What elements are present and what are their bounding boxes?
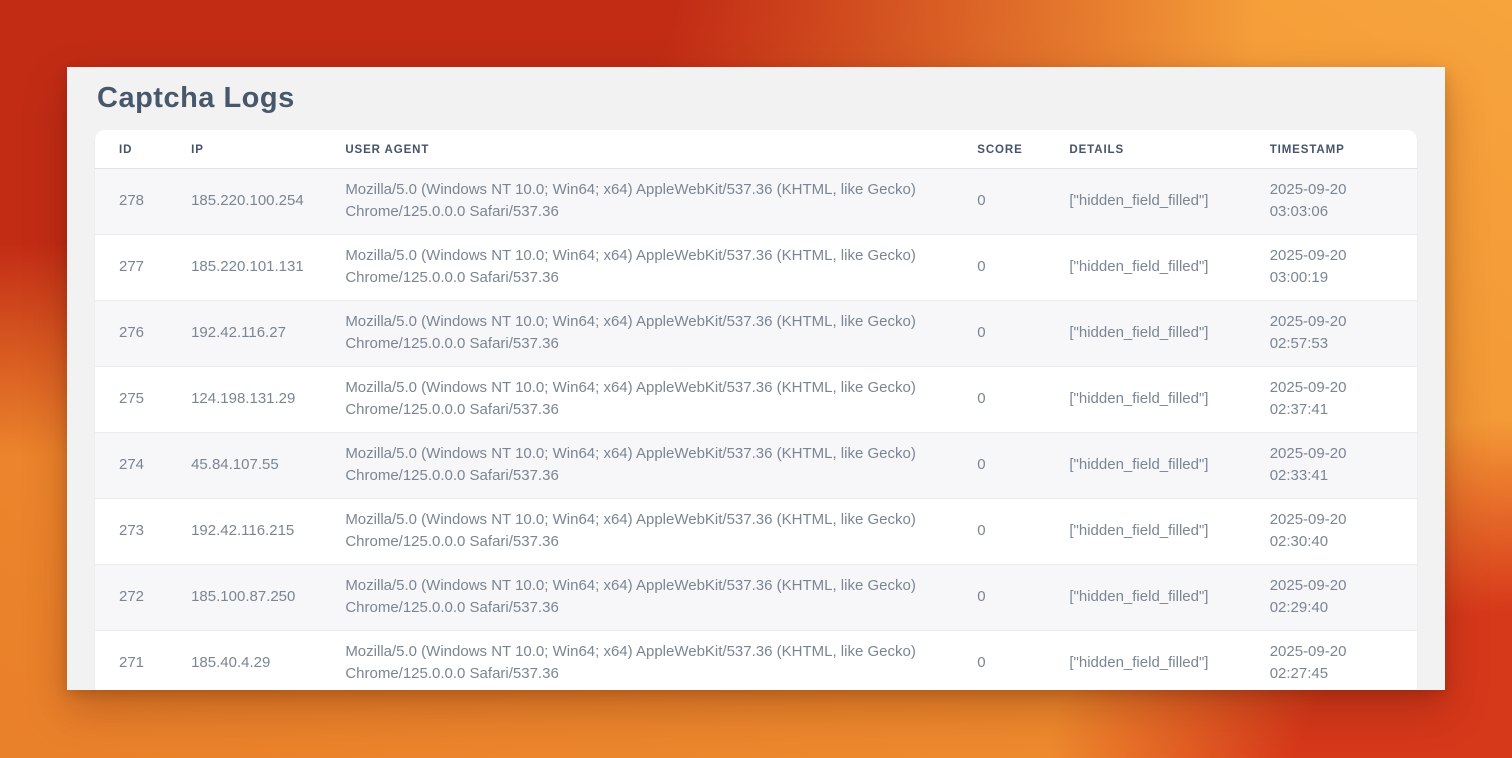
cell-user-agent: Mozilla/5.0 (Windows NT 10.0; Win64; x64… xyxy=(321,631,953,691)
cell-details: ["hidden_field_filled"] xyxy=(1045,169,1245,235)
cell-timestamp: 2025-09-20 02:33:41 xyxy=(1246,433,1417,499)
table-row: 277 185.220.101.131 Mozilla/5.0 (Windows… xyxy=(95,235,1417,301)
cell-user-agent: Mozilla/5.0 (Windows NT 10.0; Win64; x64… xyxy=(321,499,953,565)
cell-user-agent: Mozilla/5.0 (Windows NT 10.0; Win64; x64… xyxy=(321,301,953,367)
timestamp-date: 2025-09-20 xyxy=(1270,641,1403,663)
column-header-score: SCORE xyxy=(953,130,1045,169)
table-row: 274 45.84.107.55 Mozilla/5.0 (Windows NT… xyxy=(95,433,1417,499)
page-background: Captcha Logs ID IP USER AGENT SCORE DETA… xyxy=(0,0,1512,758)
cell-timestamp: 2025-09-20 02:27:45 xyxy=(1246,631,1417,691)
cell-id: 272 xyxy=(95,565,167,631)
cell-details: ["hidden_field_filled"] xyxy=(1045,565,1245,631)
cell-ip: 185.40.4.29 xyxy=(167,631,321,691)
timestamp-time: 02:57:53 xyxy=(1270,333,1403,355)
timestamp-date: 2025-09-20 xyxy=(1270,443,1403,465)
cell-user-agent: Mozilla/5.0 (Windows NT 10.0; Win64; x64… xyxy=(321,367,953,433)
timestamp-time: 02:27:45 xyxy=(1270,663,1403,685)
column-header-timestamp: TIMESTAMP xyxy=(1246,130,1417,169)
cell-score: 0 xyxy=(953,433,1045,499)
table-row: 273 192.42.116.215 Mozilla/5.0 (Windows … xyxy=(95,499,1417,565)
cell-score: 0 xyxy=(953,499,1045,565)
cell-ip: 45.84.107.55 xyxy=(167,433,321,499)
cell-timestamp: 2025-09-20 02:29:40 xyxy=(1246,565,1417,631)
table-body: 278 185.220.100.254 Mozilla/5.0 (Windows… xyxy=(95,169,1417,691)
table-row: 278 185.220.100.254 Mozilla/5.0 (Windows… xyxy=(95,169,1417,235)
cell-user-agent: Mozilla/5.0 (Windows NT 10.0; Win64; x64… xyxy=(321,235,953,301)
timestamp-date: 2025-09-20 xyxy=(1270,245,1403,267)
cell-id: 271 xyxy=(95,631,167,691)
cell-score: 0 xyxy=(953,565,1045,631)
column-header-details: DETAILS xyxy=(1045,130,1245,169)
timestamp-time: 03:00:19 xyxy=(1270,267,1403,289)
cell-score: 0 xyxy=(953,235,1045,301)
cell-details: ["hidden_field_filled"] xyxy=(1045,499,1245,565)
captcha-logs-card: Captcha Logs ID IP USER AGENT SCORE DETA… xyxy=(67,67,1445,690)
cell-details: ["hidden_field_filled"] xyxy=(1045,235,1245,301)
cell-ip: 185.220.101.131 xyxy=(167,235,321,301)
cell-score: 0 xyxy=(953,631,1045,691)
cell-ip: 192.42.116.27 xyxy=(167,301,321,367)
cell-timestamp: 2025-09-20 02:30:40 xyxy=(1246,499,1417,565)
table-row: 272 185.100.87.250 Mozilla/5.0 (Windows … xyxy=(95,565,1417,631)
cell-score: 0 xyxy=(953,367,1045,433)
cell-details: ["hidden_field_filled"] xyxy=(1045,367,1245,433)
timestamp-time: 02:29:40 xyxy=(1270,597,1403,619)
cell-id: 278 xyxy=(95,169,167,235)
cell-ip: 185.220.100.254 xyxy=(167,169,321,235)
column-header-ip: IP xyxy=(167,130,321,169)
column-header-user-agent: USER AGENT xyxy=(321,130,953,169)
column-header-id: ID xyxy=(95,130,167,169)
cell-id: 277 xyxy=(95,235,167,301)
timestamp-date: 2025-09-20 xyxy=(1270,311,1403,333)
cell-id: 275 xyxy=(95,367,167,433)
timestamp-date: 2025-09-20 xyxy=(1270,575,1403,597)
cell-ip: 185.100.87.250 xyxy=(167,565,321,631)
timestamp-time: 02:33:41 xyxy=(1270,465,1403,487)
table-header-row: ID IP USER AGENT SCORE DETAILS TIMESTAMP xyxy=(95,130,1417,169)
cell-user-agent: Mozilla/5.0 (Windows NT 10.0; Win64; x64… xyxy=(321,433,953,499)
cell-ip: 192.42.116.215 xyxy=(167,499,321,565)
cell-id: 276 xyxy=(95,301,167,367)
cell-details: ["hidden_field_filled"] xyxy=(1045,433,1245,499)
logs-table: ID IP USER AGENT SCORE DETAILS TIMESTAMP… xyxy=(95,130,1417,690)
timestamp-time: 02:30:40 xyxy=(1270,531,1403,553)
table-row: 271 185.40.4.29 Mozilla/5.0 (Windows NT … xyxy=(95,631,1417,691)
cell-id: 274 xyxy=(95,433,167,499)
cell-details: ["hidden_field_filled"] xyxy=(1045,301,1245,367)
cell-timestamp: 2025-09-20 03:00:19 xyxy=(1246,235,1417,301)
cell-timestamp: 2025-09-20 02:37:41 xyxy=(1246,367,1417,433)
timestamp-date: 2025-09-20 xyxy=(1270,179,1403,201)
cell-id: 273 xyxy=(95,499,167,565)
cell-timestamp: 2025-09-20 03:03:06 xyxy=(1246,169,1417,235)
cell-score: 0 xyxy=(953,169,1045,235)
timestamp-time: 02:37:41 xyxy=(1270,399,1403,421)
logs-table-container: ID IP USER AGENT SCORE DETAILS TIMESTAMP… xyxy=(95,130,1417,690)
cell-ip: 124.198.131.29 xyxy=(167,367,321,433)
timestamp-date: 2025-09-20 xyxy=(1270,377,1403,399)
table-row: 276 192.42.116.27 Mozilla/5.0 (Windows N… xyxy=(95,301,1417,367)
cell-user-agent: Mozilla/5.0 (Windows NT 10.0; Win64; x64… xyxy=(321,169,953,235)
timestamp-date: 2025-09-20 xyxy=(1270,509,1403,531)
table-row: 275 124.198.131.29 Mozilla/5.0 (Windows … xyxy=(95,367,1417,433)
cell-timestamp: 2025-09-20 02:57:53 xyxy=(1246,301,1417,367)
page-title: Captcha Logs xyxy=(95,81,1417,115)
cell-details: ["hidden_field_filled"] xyxy=(1045,631,1245,691)
timestamp-time: 03:03:06 xyxy=(1270,201,1403,223)
cell-user-agent: Mozilla/5.0 (Windows NT 10.0; Win64; x64… xyxy=(321,565,953,631)
cell-score: 0 xyxy=(953,301,1045,367)
